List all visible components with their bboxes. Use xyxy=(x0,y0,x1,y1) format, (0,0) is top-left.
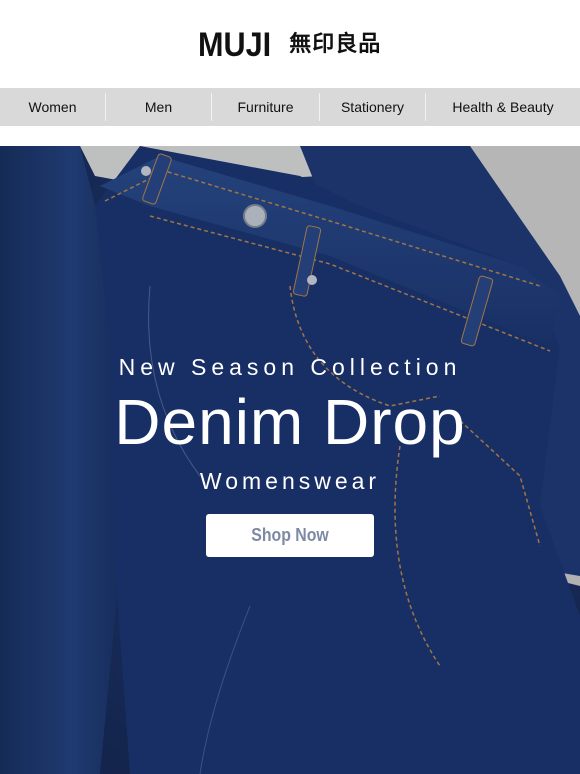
shop-now-label: Shop Now xyxy=(251,525,329,545)
nav-item-health-beauty[interactable]: Health & Beauty xyxy=(426,93,580,121)
logo-latin-text: MUJI xyxy=(198,26,272,64)
hero-headline: Denim Drop xyxy=(114,386,466,458)
shop-now-button[interactable]: Shop Now xyxy=(206,514,374,557)
nav-item-stationery[interactable]: Stationery xyxy=(320,93,426,121)
logo-japanese-text: 無印良品 xyxy=(289,32,382,57)
hero-banner[interactable]: New Season Collection Denim Drop Womensw… xyxy=(0,146,580,774)
hero-eyebrow: New Season Collection xyxy=(118,354,462,380)
hero-subhead: Womenswear xyxy=(199,468,381,494)
nav-item-furniture[interactable]: Furniture xyxy=(212,93,320,121)
nav-item-men[interactable]: Men xyxy=(106,93,212,121)
hero-overlay xyxy=(0,146,580,774)
muji-logo[interactable]: MUJI 無印良品 xyxy=(198,28,381,62)
email-header: MUJI 無印良品 xyxy=(0,0,580,88)
category-nav: Women Men Furniture Stationery Health & … xyxy=(0,88,580,126)
nav-item-women[interactable]: Women xyxy=(0,93,106,121)
denim-photo-illustration xyxy=(0,146,580,774)
